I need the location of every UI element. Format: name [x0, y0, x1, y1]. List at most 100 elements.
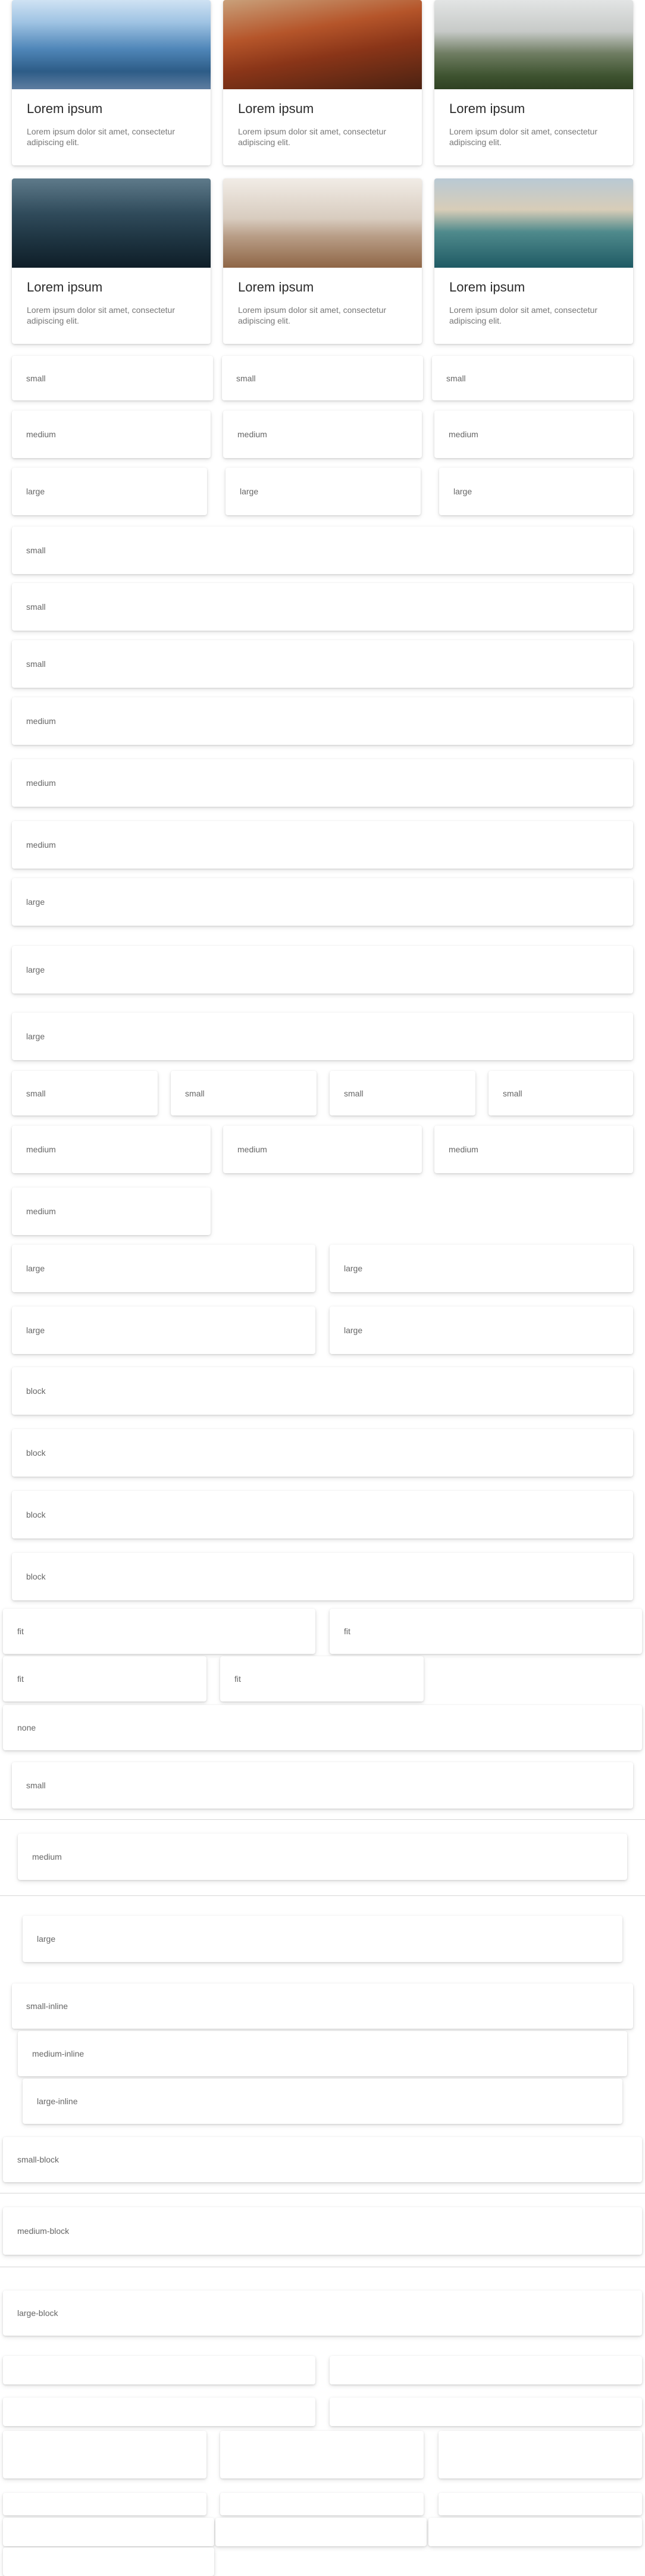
- card-label: large: [240, 487, 259, 496]
- empty-card[interactable]: [3, 2493, 206, 2515]
- card-text: Lorem ipsum dolor sit amet, consectetur …: [27, 127, 175, 147]
- empty-card[interactable]: [330, 2398, 642, 2426]
- empty-card[interactable]: [439, 2493, 642, 2515]
- card-label: large: [37, 1934, 56, 1944]
- card-large[interactable]: large: [12, 1306, 315, 1354]
- card-medium-block[interactable]: medium-block: [3, 2207, 642, 2255]
- empty-card[interactable]: [3, 2547, 214, 2576]
- card-label: block: [26, 1510, 46, 1519]
- card-block[interactable]: block: [12, 1367, 633, 1415]
- card-label: medium: [26, 430, 56, 439]
- empty-card[interactable]: [220, 2493, 424, 2515]
- empty-card[interactable]: [439, 2431, 642, 2478]
- card-label: medium: [26, 840, 56, 850]
- empty-card[interactable]: [330, 2356, 642, 2384]
- card-small[interactable]: small: [432, 356, 633, 400]
- card-large[interactable]: large: [439, 468, 633, 515]
- card-small[interactable]: small: [12, 527, 633, 574]
- empty-card[interactable]: [215, 2518, 427, 2546]
- card-large[interactable]: large: [12, 468, 207, 515]
- card-small[interactable]: small: [12, 640, 633, 688]
- card-label: fit: [17, 1674, 24, 1684]
- image-card[interactable]: Lorem ipsum Lorem ipsum dolor sit amet, …: [223, 0, 422, 165]
- card-large[interactable]: large: [12, 878, 633, 926]
- card-block[interactable]: block: [12, 1553, 633, 1600]
- card-small[interactable]: small: [489, 1071, 633, 1115]
- card-medium-inline[interactable]: medium-inline: [18, 2031, 627, 2076]
- card-image: [223, 178, 422, 268]
- empty-card[interactable]: [3, 2431, 206, 2478]
- image-card[interactable]: Lorem ipsum Lorem ipsum dolor sit amet, …: [223, 178, 422, 344]
- image-card[interactable]: Lorem ipsum Lorem ipsum dolor sit amet, …: [12, 178, 211, 344]
- empty-card[interactable]: [428, 2518, 642, 2546]
- empty-card[interactable]: [3, 2398, 315, 2426]
- card-large[interactable]: large: [12, 1013, 633, 1060]
- card-medium[interactable]: medium: [12, 821, 633, 869]
- empty-card[interactable]: [3, 2356, 315, 2384]
- card-small-block[interactable]: small-block: [3, 2137, 642, 2182]
- card-small-inline[interactable]: small-inline: [12, 1983, 633, 2029]
- card-title: Lorem ipsum: [27, 280, 103, 294]
- card-medium[interactable]: medium: [12, 1187, 211, 1235]
- card-large[interactable]: large: [226, 468, 421, 515]
- card-large-block[interactable]: large-block: [3, 2290, 642, 2336]
- card-image: [434, 0, 633, 89]
- card-label: fit: [344, 1627, 350, 1636]
- card-medium[interactable]: medium: [434, 1126, 633, 1173]
- card-title: Lorem ipsum: [238, 101, 314, 116]
- card-medium[interactable]: medium: [18, 1834, 627, 1880]
- card-medium[interactable]: medium: [434, 410, 633, 458]
- image-card[interactable]: Lorem ipsum Lorem ipsum dolor sit amet, …: [12, 0, 211, 165]
- card-label: small: [26, 546, 46, 555]
- card-label: small: [185, 1088, 205, 1098]
- card-fit[interactable]: fit: [3, 1609, 315, 1654]
- card-text: Lorem ipsum dolor sit amet, consectetur …: [449, 127, 597, 147]
- card-fit[interactable]: fit: [330, 1609, 642, 1654]
- card-medium[interactable]: medium: [223, 410, 422, 458]
- card-image: [12, 0, 211, 89]
- card-label: small: [503, 1088, 522, 1098]
- card-label: medium: [237, 430, 267, 439]
- card-small[interactable]: small: [222, 356, 423, 400]
- card-medium[interactable]: medium: [223, 1126, 422, 1173]
- card-small[interactable]: small: [330, 1071, 475, 1115]
- card-title: Lorem ipsum: [449, 280, 525, 294]
- empty-card[interactable]: [3, 2518, 214, 2546]
- card-title: Lorem ipsum: [27, 101, 103, 116]
- card-block[interactable]: block: [12, 1429, 633, 1477]
- card-medium[interactable]: medium: [12, 759, 633, 807]
- card-large[interactable]: large: [12, 1245, 315, 1292]
- card-image: [434, 178, 633, 268]
- card-medium[interactable]: medium: [12, 410, 211, 458]
- card-title: Lorem ipsum: [449, 101, 525, 116]
- card-large[interactable]: large: [23, 1916, 622, 1962]
- image-card[interactable]: Lorem ipsum Lorem ipsum dolor sit amet, …: [434, 0, 633, 165]
- card-large[interactable]: large: [330, 1306, 633, 1354]
- image-card[interactable]: Lorem ipsum Lorem ipsum dolor sit amet, …: [434, 178, 633, 344]
- card-block[interactable]: block: [12, 1491, 633, 1538]
- card-large-inline[interactable]: large-inline: [23, 2079, 622, 2124]
- card-none[interactable]: none: [3, 1705, 642, 1750]
- card-label: small: [26, 1781, 46, 1790]
- card-medium[interactable]: medium: [12, 697, 633, 745]
- empty-card[interactable]: [220, 2431, 424, 2478]
- card-label: medium: [449, 430, 478, 439]
- card-label: large: [26, 965, 45, 974]
- card-medium[interactable]: medium: [12, 1126, 211, 1173]
- card-label: medium: [26, 716, 56, 726]
- card-large[interactable]: large: [330, 1245, 633, 1292]
- card-label: large-inline: [37, 2096, 78, 2106]
- card-small[interactable]: small: [12, 583, 633, 631]
- card-fit[interactable]: fit: [220, 1656, 424, 1701]
- card-small[interactable]: small: [12, 1762, 633, 1809]
- card-label: large-block: [17, 2308, 58, 2318]
- card-small[interactable]: small: [12, 356, 213, 400]
- card-fit[interactable]: fit: [3, 1656, 206, 1701]
- card-image: [223, 0, 422, 89]
- card-large[interactable]: large: [12, 946, 633, 994]
- card-label: large: [344, 1264, 363, 1273]
- card-small[interactable]: small: [171, 1071, 317, 1115]
- card-label: small-inline: [26, 2001, 68, 2011]
- card-small[interactable]: small: [12, 1071, 158, 1115]
- card-label: small: [26, 602, 46, 612]
